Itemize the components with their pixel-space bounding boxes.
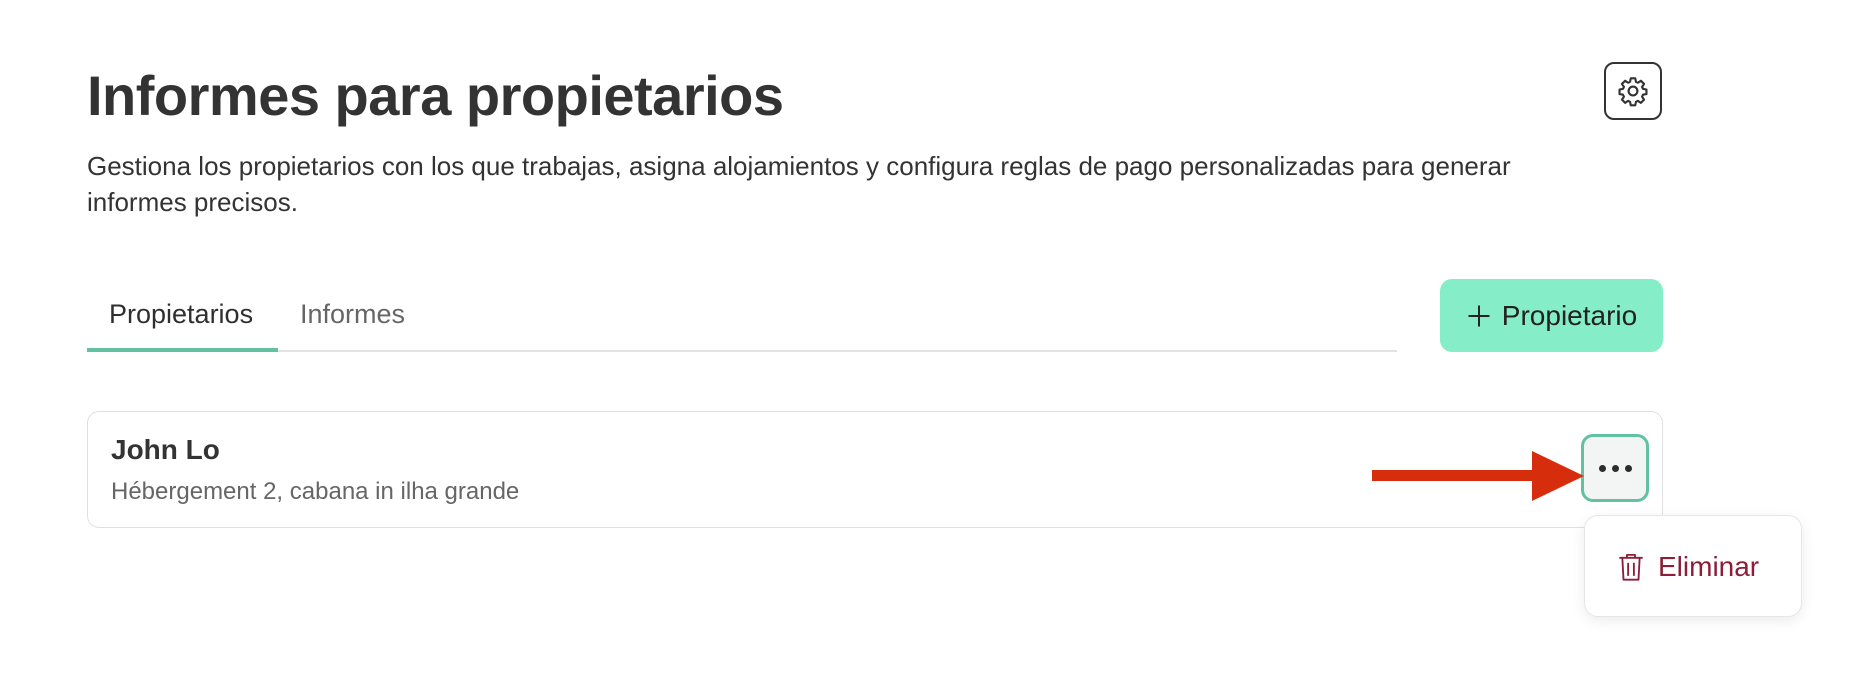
owner-reports-page: Informes para propietarios Gestiona los … [0, 0, 1876, 690]
trash-icon [1619, 553, 1643, 581]
row-actions-menu: Eliminar [1584, 515, 1802, 617]
owner-name: John Lo [111, 434, 220, 465]
more-horizontal-icon [1598, 464, 1606, 472]
annotation-arrow [1372, 451, 1584, 501]
settings-button[interactable] [1604, 62, 1662, 120]
plus-icon [1468, 304, 1490, 327]
owner-properties: Hébergement 2, cabana in ilha grande [111, 478, 520, 505]
tab-informes[interactable]: Informes [300, 294, 405, 352]
delete-menu-item[interactable]: Eliminar [1585, 516, 1803, 618]
tab-propietarios[interactable]: Propietarios [87, 294, 278, 352]
add-owner-label: Propietario [1501, 299, 1638, 331]
page-description: Gestiona los propietarios con los que tr… [87, 151, 1511, 217]
gear-icon [1618, 77, 1648, 107]
delete-label: Eliminar [1658, 551, 1760, 582]
row-actions-button[interactable] [1581, 434, 1649, 502]
page-title: Informes para propietarios [87, 64, 784, 127]
add-owner-button[interactable]: Propietario [1440, 279, 1663, 352]
owner-tabs: Propietarios Informes [87, 284, 1397, 352]
